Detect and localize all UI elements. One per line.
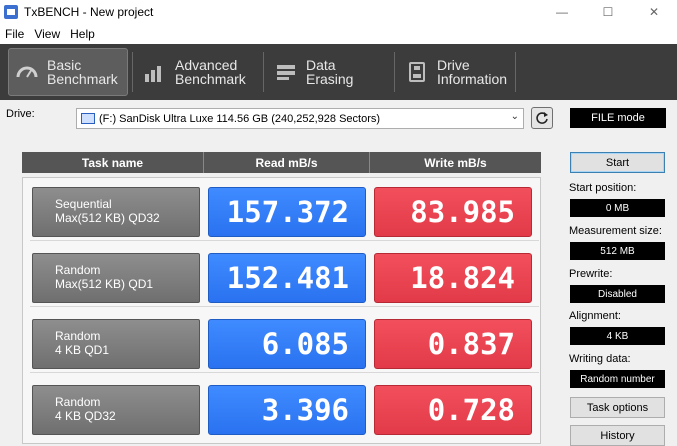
measurement-size-label: Measurement size: [569, 225, 662, 237]
write-speed-value: 83.985 [374, 187, 532, 237]
tab-basic-benchmark[interactable]: Basic Benchmark [8, 48, 128, 96]
history-button[interactable]: History [570, 425, 665, 446]
writing-data-value: Random number [570, 370, 665, 388]
menu-bar: File View Help [0, 24, 677, 44]
drive-selected-value: (F:) SanDisk Ultra Luxe 114.56 GB (240,2… [99, 112, 381, 125]
header-read: Read mB/s [204, 152, 370, 173]
task-button-random-4kb-qd1[interactable]: Random 4 KB QD1 [32, 319, 200, 369]
results-header: Task name Read mB/s Write mB/s [22, 152, 541, 173]
window-controls: — ☐ ✕ [539, 0, 677, 24]
start-position-label: Start position: [569, 182, 637, 194]
start-position-value: 0 MB [570, 199, 665, 217]
toolbar-divider [394, 52, 395, 92]
drive-icon [81, 113, 95, 124]
task-name-line1: Sequential [55, 197, 112, 211]
tab-erasing-label: Data Erasing [306, 57, 354, 87]
prewrite-label: Prewrite: [569, 268, 613, 280]
chevron-down-icon: ⌄ [510, 111, 519, 122]
task-name-line1: Random [55, 263, 101, 277]
read-speed-value: 3.396 [208, 385, 366, 435]
task-name-line1: Random [55, 395, 101, 409]
tab-basic-line1: Basic [47, 57, 82, 73]
header-write: Write mB/s [424, 155, 487, 170]
row-divider [30, 306, 539, 307]
tab-basic-line2: Benchmark [47, 71, 118, 87]
write-speed-value: 0.728 [374, 385, 532, 435]
table-row: Random Max(512 KB) QD1 152.481 18.824 [30, 245, 539, 307]
title-bar: TxBENCH - New project — ☐ ✕ [0, 0, 677, 24]
tab-drive-line1: Drive [437, 57, 470, 73]
drive-dropdown[interactable]: (F:) SanDisk Ultra Luxe 114.56 GB (240,2… [76, 108, 524, 129]
header-task-name: Task name [22, 152, 204, 173]
main-toolbar: Basic Benchmark Advanced Benchmark Data … [0, 44, 677, 100]
bar-chart-icon [143, 60, 167, 84]
window-title: TxBENCH - New project [24, 5, 154, 19]
task-name-line2: Max(512 KB) QD1 [55, 277, 154, 291]
prewrite-value: Disabled [570, 285, 665, 303]
table-row: Random 4 KB QD32 3.396 0.728 [30, 377, 539, 439]
toolbar-divider [132, 52, 133, 92]
task-options-button[interactable]: Task options [570, 397, 665, 418]
drive-label: Drive: [6, 108, 35, 120]
task-name-line2: Max(512 KB) QD32 [55, 211, 160, 225]
close-button[interactable]: ✕ [631, 0, 677, 24]
alignment-label: Alignment: [569, 310, 621, 322]
menu-help[interactable]: Help [65, 27, 100, 41]
table-row: Sequential Max(512 KB) QD32 157.372 83.9… [30, 179, 539, 241]
start-button[interactable]: Start [570, 152, 665, 173]
task-button-random-4kb-qd32[interactable]: Random 4 KB QD32 [32, 385, 200, 435]
alignment-value: 4 KB [570, 327, 665, 345]
tab-data-erasing[interactable]: Data Erasing [268, 48, 390, 96]
tab-advanced-benchmark[interactable]: Advanced Benchmark [137, 48, 259, 96]
drive-info-icon [405, 60, 429, 84]
eraser-icon [274, 60, 298, 84]
mode-indicator: FILE mode [570, 108, 666, 128]
refresh-button[interactable] [531, 107, 553, 129]
app-icon [4, 5, 18, 19]
task-button-random-512kb-qd1[interactable]: Random Max(512 KB) QD1 [32, 253, 200, 303]
maximize-button[interactable]: ☐ [585, 0, 631, 24]
write-speed-value: 18.824 [374, 253, 532, 303]
menu-view[interactable]: View [29, 27, 65, 41]
task-button-sequential-512kb-qd32[interactable]: Sequential Max(512 KB) QD32 [32, 187, 200, 237]
tab-advanced-line2: Benchmark [175, 71, 246, 87]
toolbar-divider [263, 52, 264, 92]
toolbar-divider [515, 52, 516, 92]
row-divider [30, 372, 539, 373]
write-speed-value: 0.837 [374, 319, 532, 369]
task-name-line1: Random [55, 329, 101, 343]
tab-drive-line2: Information [437, 71, 508, 87]
refresh-icon [536, 112, 548, 124]
measurement-size-value: 512 MB [570, 242, 665, 260]
menu-file[interactable]: File [0, 27, 29, 41]
read-speed-value: 152.481 [208, 253, 366, 303]
read-speed-value: 6.085 [208, 319, 366, 369]
tab-advanced-line1: Advanced [175, 57, 238, 73]
table-row: Random 4 KB QD1 6.085 0.837 [30, 311, 539, 373]
minimize-button[interactable]: — [539, 0, 585, 24]
row-divider [30, 240, 539, 241]
tab-drive-information[interactable]: Drive Information [399, 48, 511, 96]
writing-data-label: Writing data: [569, 353, 631, 365]
read-speed-value: 157.372 [208, 187, 366, 237]
task-name-line2: 4 KB QD1 [55, 343, 110, 357]
task-name-line2: 4 KB QD32 [55, 409, 116, 423]
gauge-icon [15, 60, 39, 84]
